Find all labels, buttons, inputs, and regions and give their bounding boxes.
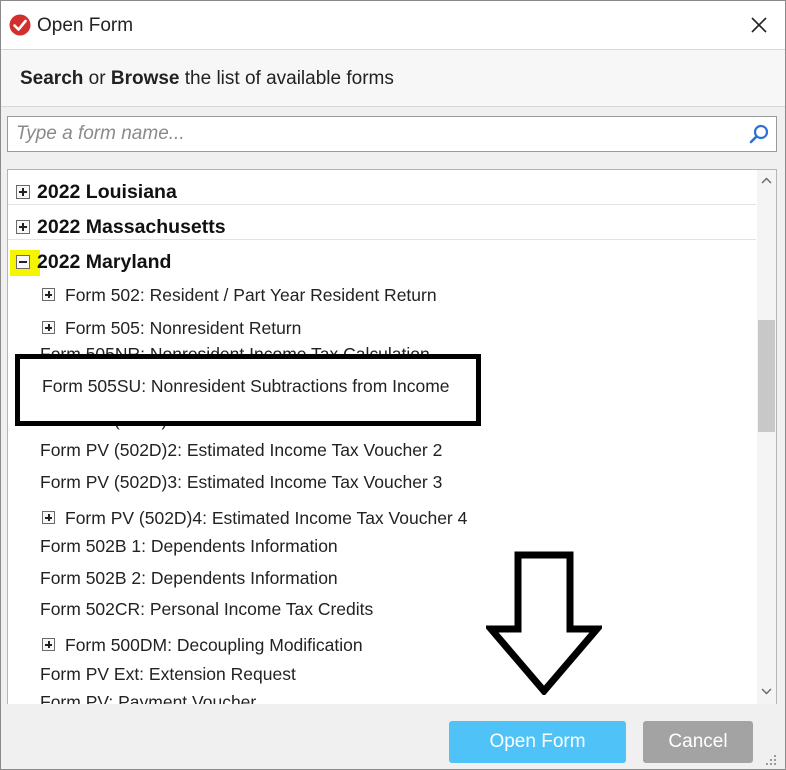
expand-plus-icon[interactable]: [42, 511, 55, 524]
tree-form-item[interactable]: Form PV: Payment Voucher: [40, 692, 256, 704]
resize-grip-icon[interactable]: [763, 752, 777, 766]
search-box: [7, 116, 777, 152]
or-word: or: [88, 68, 106, 89]
tree-form-item[interactable]: Form 502: Resident / Part Year Resident …: [65, 285, 437, 306]
expand-plus-icon[interactable]: [42, 321, 55, 334]
vertical-scrollbar[interactable]: [757, 170, 776, 704]
tree-form-item[interactable]: Form PV (502D)2: Estimated Income Tax Vo…: [40, 440, 442, 461]
expand-plus-icon[interactable]: [42, 638, 55, 651]
expand-plus-icon[interactable]: [16, 185, 30, 199]
tree-form-item[interactable]: Form 502B 2: Dependents Information: [40, 568, 338, 589]
tree-state-maryland[interactable]: 2022 Maryland: [37, 251, 171, 274]
instruction-rest: the list of available forms: [184, 68, 394, 89]
dialog-footer: Open Form Cancel: [1, 704, 785, 769]
tree-form-item[interactable]: Form PV (502D)4: Estimated Income Tax Vo…: [65, 508, 467, 529]
search-input[interactable]: [14, 120, 718, 148]
divider: [8, 239, 756, 240]
scrollbar-thumb[interactable]: [758, 320, 775, 432]
open-form-dialog: Open Form Search or Browse the list of a…: [0, 0, 786, 770]
cancel-button[interactable]: Cancel: [643, 721, 753, 763]
tree-form-item[interactable]: Form 505: Nonresident Return: [65, 318, 301, 339]
title-bar: Open Form: [1, 1, 785, 49]
tree-form-item-selected[interactable]: Form 505SU: Nonresident Subtractions fro…: [42, 376, 450, 397]
window-title: Open Form: [37, 15, 134, 36]
down-arrow-annotation-icon: [486, 551, 602, 695]
forms-tree-panel[interactable]: 2022 Louisiana 2022 Massachusetts 2022 M…: [7, 169, 777, 705]
tree-form-item[interactable]: Form 502CR: Personal Income Tax Credits: [40, 599, 373, 620]
instruction-header: Search or Browse the list of available f…: [1, 49, 785, 107]
divider: [8, 204, 756, 205]
expand-plus-icon[interactable]: [42, 288, 55, 301]
scroll-up-icon[interactable]: [757, 170, 776, 192]
search-keyword: Search: [20, 68, 84, 89]
scroll-down-icon[interactable]: [757, 680, 776, 702]
tree-form-item[interactable]: Form 502B 1: Dependents Information: [40, 536, 338, 557]
tree-form-item[interactable]: Form PV (502D)3: Estimated Income Tax Vo…: [40, 472, 442, 493]
open-form-button[interactable]: Open Form: [449, 721, 626, 763]
expand-plus-icon[interactable]: [16, 220, 30, 234]
search-icon[interactable]: [748, 123, 770, 145]
tree-state-louisiana[interactable]: 2022 Louisiana: [37, 181, 177, 204]
collapse-minus-icon[interactable]: [16, 255, 30, 269]
forms-tree: 2022 Louisiana 2022 Massachusetts 2022 M…: [8, 170, 756, 704]
browse-keyword: Browse: [110, 68, 180, 89]
tree-state-massachusetts[interactable]: 2022 Massachusetts: [37, 216, 226, 239]
tree-form-item[interactable]: Form 500DM: Decoupling Modification: [65, 635, 363, 656]
instruction-text: Search or Browse the list of available f…: [20, 68, 394, 90]
checkmark-app-icon: [9, 14, 31, 36]
tree-form-item[interactable]: Form PV Ext: Extension Request: [40, 664, 296, 685]
callout-box: Form 505SU: Nonresident Subtractions fro…: [15, 354, 481, 426]
close-icon[interactable]: [745, 11, 773, 39]
